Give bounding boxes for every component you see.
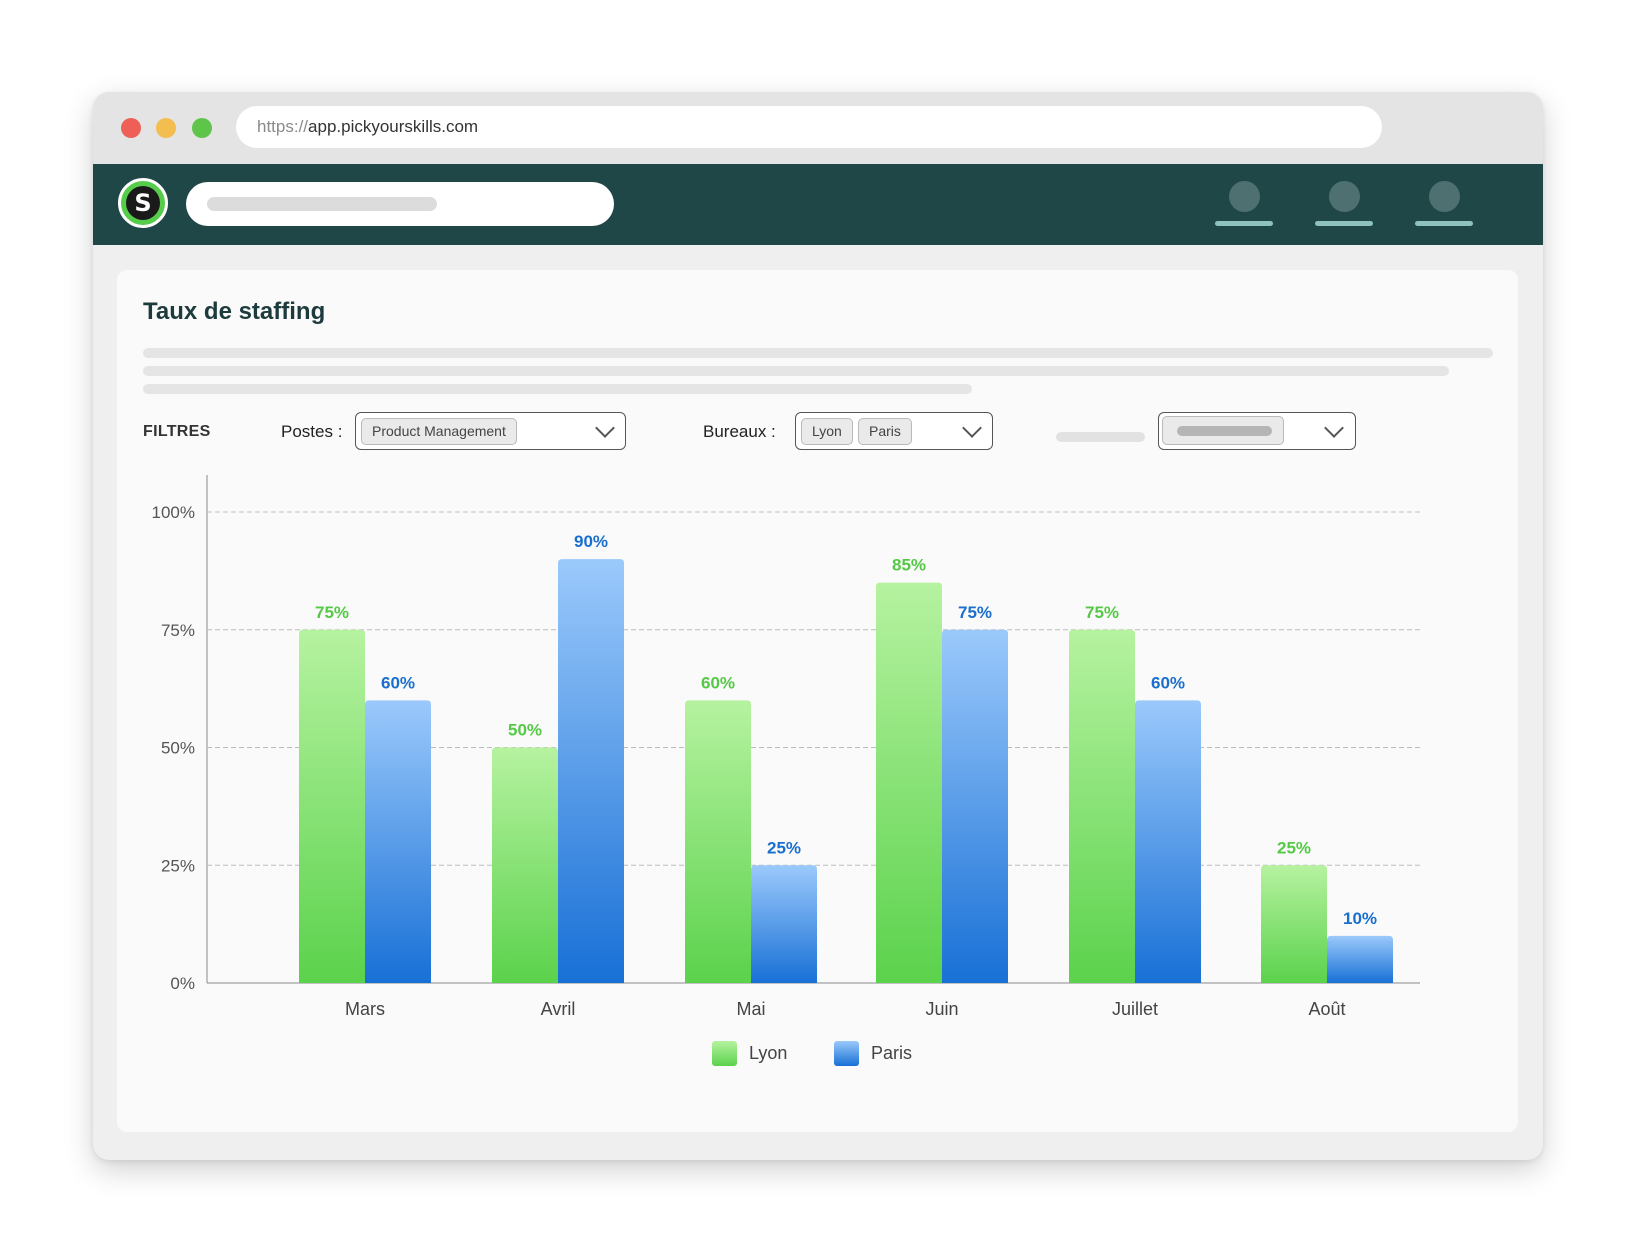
bureaux-chip-paris[interactable]: Paris — [858, 418, 912, 445]
app-logo[interactable]: S — [118, 178, 168, 228]
data-label-paris: 25% — [767, 838, 801, 857]
data-label-lyon: 75% — [1085, 603, 1119, 622]
data-label-paris: 90% — [574, 532, 608, 551]
bureaux-chip-lyon[interactable]: Lyon — [801, 418, 853, 445]
postes-chip[interactable]: Product Management — [361, 418, 517, 445]
bar-paris — [365, 700, 431, 983]
bar-lyon — [1261, 865, 1327, 983]
data-label-paris: 60% — [381, 673, 415, 692]
user-avatar-icon — [1429, 181, 1460, 212]
browser-window: https://app.pickyourskills.com S Taux de… — [93, 92, 1543, 1160]
data-label-lyon: 25% — [1277, 838, 1311, 857]
description-placeholder — [143, 348, 1493, 358]
minimize-window-button[interactable] — [156, 118, 176, 138]
bar-lyon — [876, 582, 942, 983]
staffing-card: Taux de staffing FILTRES Postes : Produc… — [117, 270, 1518, 1132]
legend-label-paris: Paris — [871, 1043, 913, 1063]
maximize-window-button[interactable] — [192, 118, 212, 138]
search-placeholder-bar — [207, 197, 437, 211]
filter-label-placeholder — [1056, 432, 1145, 442]
y-tick-label: 0% — [170, 974, 195, 993]
filters-label: FILTRES — [143, 423, 211, 440]
search-input[interactable] — [186, 182, 614, 226]
y-tick-label: 75% — [161, 621, 195, 640]
data-label-lyon: 60% — [701, 673, 735, 692]
address-bar[interactable]: https://app.pickyourskills.com — [236, 106, 1382, 148]
x-tick-label: Juin — [925, 999, 958, 1019]
app-header: S — [93, 164, 1543, 245]
y-tick-label: 50% — [161, 739, 195, 758]
bar-paris — [558, 559, 624, 983]
data-label-lyon: 75% — [315, 603, 349, 622]
data-label-paris: 60% — [1151, 673, 1185, 692]
legend-swatch-paris — [834, 1041, 859, 1066]
url-protocol: https:// — [257, 117, 309, 136]
chevron-down-icon — [962, 418, 982, 438]
y-tick-label: 25% — [161, 856, 195, 875]
bar-lyon — [685, 700, 751, 983]
data-label-paris: 75% — [958, 603, 992, 622]
close-window-button[interactable] — [121, 118, 141, 138]
bar-paris — [942, 629, 1008, 983]
postes-select[interactable]: Product Management — [355, 412, 626, 450]
chart-svg: 0% 25% 50% 75% 100% 75% 60% Mars 50% 90% Avril 60% 2… — [152, 475, 1420, 1019]
page-title: Taux de staffing — [143, 298, 326, 325]
user-avatar-icon — [1229, 181, 1260, 212]
x-tick-label: Mars — [345, 999, 385, 1019]
bureaux-label: Bureaux : — [703, 422, 776, 441]
bar-lyon — [299, 629, 365, 983]
bar-lyon — [492, 747, 558, 983]
logo-letter: S — [126, 186, 160, 220]
data-label-paris: 10% — [1343, 909, 1377, 928]
y-tick-label: 100% — [152, 503, 195, 522]
browser-titlebar: https://app.pickyourskills.com — [93, 92, 1543, 164]
nav-item-2[interactable] — [1315, 181, 1373, 229]
x-tick-label: Août — [1308, 999, 1345, 1019]
x-tick-label: Mai — [736, 999, 765, 1019]
chevron-down-icon — [1324, 418, 1344, 438]
chip-placeholder-bar — [1177, 426, 1272, 436]
url-host: app.pickyourskills.com — [308, 117, 479, 136]
description-placeholder — [143, 384, 972, 394]
user-avatar-icon — [1329, 181, 1360, 212]
bar-paris — [1135, 700, 1201, 983]
chart-legend: Lyon Paris — [117, 1040, 1518, 1070]
staffing-bar-chart: 0% 25% 50% 75% 100% 75% 60% Mars 50% 90% Avril 60% 2… — [117, 470, 1518, 1035]
legend-label-lyon: Lyon — [749, 1043, 788, 1063]
postes-label: Postes : — [281, 422, 343, 441]
third-filter-chip[interactable] — [1162, 416, 1284, 445]
nav-item-3[interactable] — [1415, 181, 1473, 229]
nav-underline — [1415, 221, 1473, 226]
x-tick-label: Avril — [541, 999, 576, 1019]
nav-underline — [1215, 221, 1273, 226]
x-tick-label: Juillet — [1112, 999, 1158, 1019]
third-filter-select[interactable] — [1158, 412, 1356, 450]
data-label-lyon: 50% — [508, 721, 542, 740]
nav-underline — [1315, 221, 1373, 226]
bar-paris — [1327, 935, 1393, 983]
chevron-down-icon — [595, 418, 615, 438]
description-placeholder — [143, 366, 1449, 376]
nav-item-1[interactable] — [1215, 181, 1273, 229]
bureaux-select[interactable]: Lyon Paris — [795, 412, 993, 450]
legend-swatch-lyon — [712, 1041, 737, 1066]
bar-paris — [751, 865, 817, 983]
bar-lyon — [1069, 629, 1135, 983]
data-label-lyon: 85% — [892, 556, 926, 575]
